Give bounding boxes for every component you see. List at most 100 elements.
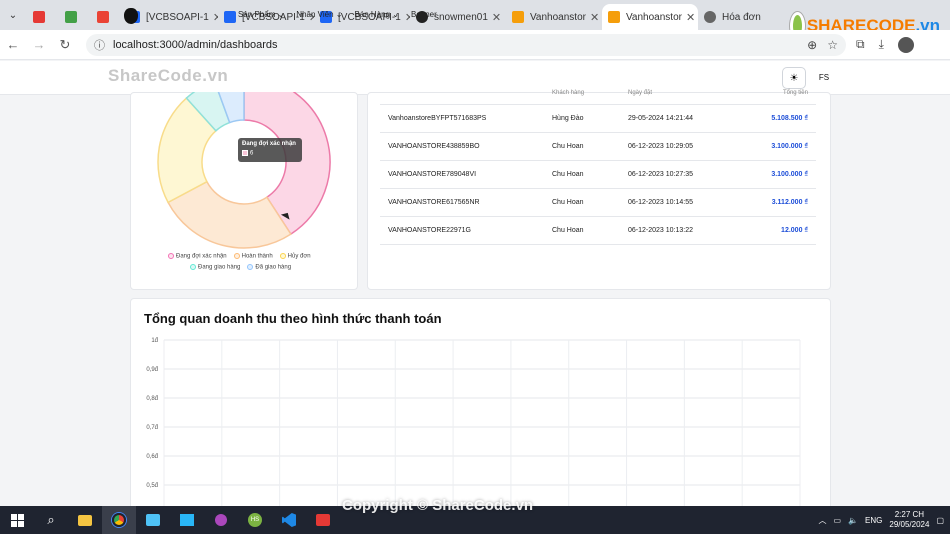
tab-1[interactable] <box>58 4 90 30</box>
order-date: 06-12-2023 10:27:35 <box>620 160 730 189</box>
profile-avatar[interactable] <box>897 36 914 53</box>
vscode-icon[interactable] <box>272 506 306 534</box>
tab-favicon-icon <box>33 11 45 23</box>
order-customer: Chu Hoan <box>544 160 620 189</box>
tooltip-swatch <box>242 150 248 156</box>
tab-2[interactable] <box>90 4 122 30</box>
windows-start-icon[interactable] <box>0 506 34 534</box>
search-icon[interactable]: ⌕ <box>34 506 68 534</box>
order-amount: 3.100.000 ₫ <box>730 132 816 161</box>
network-icon[interactable]: ▭ <box>834 516 842 525</box>
legend-dot <box>233 253 240 259</box>
revenue-chart: 1đ 0,9đ 0,8đ 0,7đ 0,6đ 0,5đ <box>146 338 801 510</box>
jira-icon <box>224 11 236 23</box>
legend-dot <box>190 264 196 270</box>
y-tick-label: 0,7đ <box>146 425 158 431</box>
y-tick-label: 1đ <box>151 338 158 344</box>
table-row[interactable]: VANHOANSTORE438859BO Chu Hoan 06-12-2023 1… <box>380 132 816 161</box>
order-amount: 12.000 ₫ <box>730 216 816 245</box>
order-code: VANHOANSTORE22971G <box>380 216 544 245</box>
zoom-icon[interactable]: ⊕ <box>807 38 817 52</box>
tab-7[interactable]: Vanhoanstor ✕ <box>506 4 602 30</box>
recorder-icon[interactable] <box>306 506 340 534</box>
language-indicator[interactable]: ENG <box>865 516 882 525</box>
close-icon[interactable]: ✕ <box>682 11 695 24</box>
close-icon[interactable]: ✕ <box>209 11 218 24</box>
table-row[interactable]: VANHOANSTORE789048VI Chu Hoan 06-12-2023 1… <box>380 160 816 189</box>
y-tick-label: 0,9đ <box>146 367 158 373</box>
order-amount: 3.100.000 ₫ <box>730 160 816 189</box>
order-code: VANHOANSTORE617565NR <box>380 188 544 217</box>
url-text: localhost:3000/admin/dashboards <box>113 38 278 51</box>
menu-item-ban-hang[interactable]: Bán Hàng ⌄ <box>354 10 399 19</box>
menu-item-san-pham[interactable]: Sản Phẩm ⌄ <box>238 10 284 19</box>
watermark: Copyright © ShareCode.vn <box>342 497 534 514</box>
y-tick-label: 0,5đ <box>146 483 158 489</box>
clock[interactable]: 2:27 CH 29/05/2024 <box>889 510 929 530</box>
menu-item-nhan-vien[interactable]: Nhân Viên ⌄ <box>296 10 342 19</box>
donut-tooltip: Đang đợi xác nhận 6 <box>238 138 302 162</box>
store-icon <box>512 11 524 23</box>
legend-dot <box>247 264 254 270</box>
user-avatar-button[interactable]: FS <box>814 67 834 87</box>
close-icon[interactable]: ✕ <box>586 11 599 24</box>
chevron-up-icon[interactable]: ︿ <box>819 515 827 526</box>
volume-icon[interactable]: 🔈 <box>848 516 858 525</box>
donut-legend-row1: Đang đợi xác nhận Hoàn thành Hủy đơn <box>168 253 311 260</box>
tab-9[interactable]: Hóa đơn <box>698 4 778 30</box>
tab-label: Vanhoanstor <box>530 11 586 23</box>
watermark-top: ShareCode.vn <box>108 66 229 85</box>
legend-item-cancelled[interactable]: Hủy đơn <box>279 253 311 260</box>
file-explorer-icon[interactable] <box>68 506 102 534</box>
table-header-row: Khách hàng Ngày đặt Tổng tiền <box>380 82 816 105</box>
tab-0[interactable] <box>26 4 58 30</box>
tab-label: [VCBSOAPI-1 <box>146 11 209 23</box>
apple-logo-icon[interactable] <box>124 8 138 24</box>
tab-label: Hóa đơn <box>722 11 761 23</box>
legend-item-pending[interactable]: Đang đợi xác nhận <box>168 253 227 260</box>
table-row[interactable]: VANHOANSTORE617565NR Chu Hoan 06-12-2023 1… <box>380 188 816 217</box>
forward-icon[interactable]: → <box>26 37 52 52</box>
tab-8-active[interactable]: Vanhoanstor ✕ <box>602 4 698 30</box>
reload-icon[interactable]: ↻ <box>52 37 78 53</box>
order-code: VANHOANSTORE789048VI <box>380 160 544 189</box>
table-row[interactable]: VanhoanstoreBYFPT571683PS Hùng Đào 29-05-2… <box>380 104 816 133</box>
tooltip-row: 6 <box>242 150 298 157</box>
table-row[interactable]: VANHOANSTORE22971G Chu Hoan 06-12-2023 10:… <box>380 216 816 245</box>
chrome-icon[interactable] <box>102 506 136 534</box>
site-info-icon[interactable]: ⓘ <box>94 37 105 53</box>
photos-icon[interactable] <box>136 506 170 534</box>
order-customer: Chu Hoan <box>544 132 620 161</box>
order-amount: 5.108.500 ₫ <box>730 104 816 133</box>
clock-date: 29/05/2024 <box>889 520 930 529</box>
close-icon[interactable]: ✕ <box>488 11 501 24</box>
url-field[interactable]: ⓘ localhost:3000/admin/dashboards ⊕ ☆ <box>86 33 846 56</box>
y-tick-label: 0,6đ <box>146 454 158 460</box>
gmail-icon <box>97 11 109 23</box>
order-date: 06-12-2023 10:13:22 <box>620 216 730 245</box>
download-icon[interactable]: ⤓ <box>879 37 884 52</box>
legend-item-completed[interactable]: Hoàn thành <box>233 253 273 260</box>
legend-item-delivered[interactable]: Đã giao hàng <box>247 264 291 271</box>
notification-icon[interactable]: ▢ <box>936 516 944 525</box>
order-code: VANHOANSTORE438859BO <box>380 132 544 161</box>
back-icon[interactable]: ← <box>0 37 26 52</box>
app-icon[interactable] <box>170 506 204 534</box>
bookmark-star-icon[interactable]: ☆ <box>827 38 838 52</box>
order-date: 06-12-2023 10:29:05 <box>620 132 730 161</box>
media-app-icon[interactable] <box>204 506 238 534</box>
tooltip-value: 6 <box>250 150 254 157</box>
clock-time: 2:27 CH <box>894 510 925 519</box>
system-tray: ︿ ▭ 🔈 ENG 2:27 CH 29/05/2024 ▢ <box>819 510 950 530</box>
legend-dot <box>168 253 174 259</box>
extensions-icon[interactable]: ⧉ <box>856 37 865 52</box>
globe-icon <box>704 11 716 23</box>
legend-item-shipping[interactable]: Đang giao hàng <box>190 264 240 271</box>
menu-item-banner[interactable]: Banner <box>411 10 437 19</box>
order-amount: 3.112.000 ₫ <box>730 188 816 217</box>
hs-app-icon[interactable]: HS <box>238 506 272 534</box>
order-code: VanhoanstoreBYFPT571683PS <box>380 104 544 133</box>
store-icon <box>608 11 620 23</box>
tab-search-dropdown[interactable]: ⌄ <box>0 0 26 30</box>
tab-label: Vanhoanstor <box>626 11 682 23</box>
